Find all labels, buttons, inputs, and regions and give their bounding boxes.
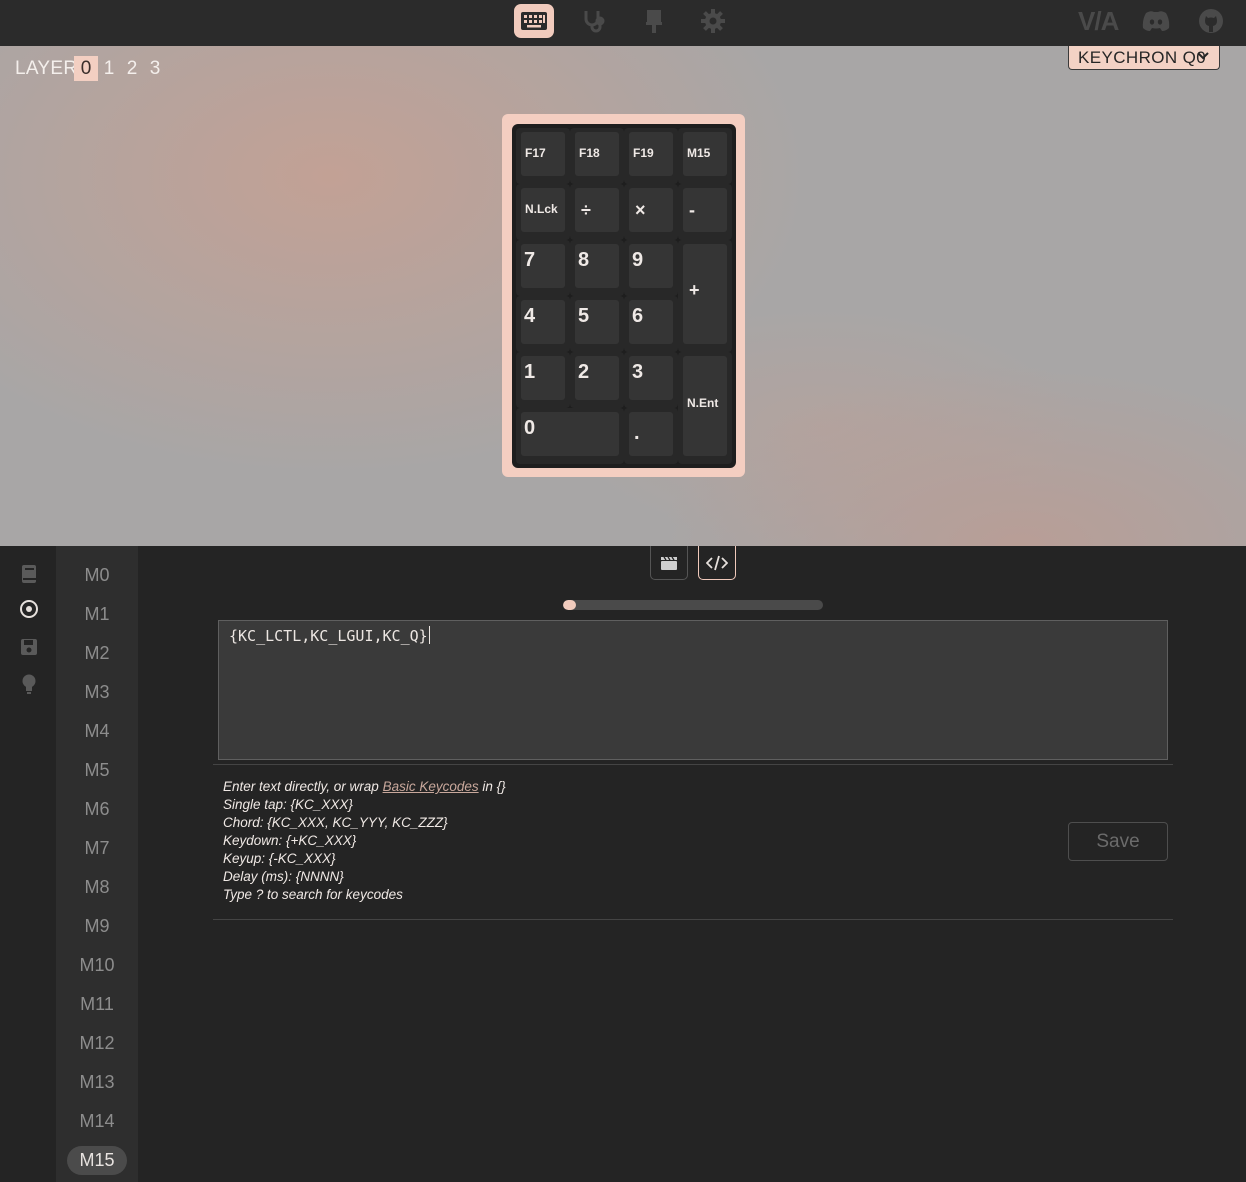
help-search: Type ? to search for keycodes [223,887,403,902]
keyboard-case: F17 F18 F19 M15 N.Lck ÷ × - 7 8 9 + 4 5 … [502,114,745,477]
clapperboard-icon [661,556,677,570]
macro-item-m12[interactable]: M12 [67,1029,127,1058]
save-button[interactable]: Save [1068,822,1168,861]
code-icon [706,555,728,570]
target-icon[interactable] [18,598,40,620]
key-f19[interactable]: F19 [624,128,678,184]
key-divide[interactable]: ÷ [570,184,624,240]
key-7[interactable]: 7 [516,240,570,296]
macro-item-m10[interactable]: M10 [67,951,127,980]
divider [213,919,1173,920]
macro-item-m5[interactable]: M5 [67,756,127,785]
stethoscope-icon[interactable] [574,4,614,38]
device-select[interactable]: KEYCHRON Q0 [1068,46,1220,70]
help-keydown: Keydown: {+KC_XXX} [223,833,357,848]
key-2[interactable]: 2 [570,352,624,408]
book-icon[interactable] [18,563,40,585]
key-f17[interactable]: F17 [516,128,570,184]
macro-item-m3[interactable]: M3 [67,678,127,707]
macro-item-m6[interactable]: M6 [67,795,127,824]
macro-item-m7[interactable]: M7 [67,834,127,863]
key-m15[interactable]: M15 [678,128,732,184]
key-decimal[interactable]: . [624,408,678,464]
chevron-down-icon [1197,52,1209,60]
key-3[interactable]: 3 [624,352,678,408]
key-9[interactable]: 9 [624,240,678,296]
divider [213,764,1173,765]
help-chord: Chord: {KC_XXX, KC_YYY, KC_ZZZ} [223,815,448,830]
progress-fill [563,600,576,610]
script-mode-button[interactable] [698,546,736,580]
key-1[interactable]: 1 [516,352,570,408]
key-f18[interactable]: F18 [570,128,624,184]
text-caret [428,626,430,644]
macro-item-m8[interactable]: M8 [67,873,127,902]
keyboard-area: LAYER 0 1 2 3 KEYCHRON Q0 F17 F18 F19 M1… [0,46,1246,546]
help-delay: Delay (ms): {NNNN} [223,869,344,884]
key-4[interactable]: 4 [516,296,570,352]
macro-help-text: Enter text directly, or wrap Basic Keyco… [223,779,506,902]
macro-item-m2[interactable]: M2 [67,639,127,668]
key-multiply[interactable]: × [624,184,678,240]
top-nav: V/A [0,0,1246,46]
key-numlock[interactable]: N.Lck [516,184,570,240]
discord-icon[interactable] [1136,4,1176,38]
key-0[interactable]: 0 [516,408,624,464]
macro-item-m0[interactable]: M0 [67,561,127,590]
macro-item-m14[interactable]: M14 [67,1107,127,1136]
github-icon[interactable] [1191,4,1231,38]
layer-button-0[interactable]: 0 [74,56,98,81]
macro-memory-progress [563,600,823,610]
save-icon[interactable] [18,636,40,658]
lightbulb-icon[interactable] [18,673,40,695]
key-plus[interactable]: + [678,240,732,352]
key-8[interactable]: 8 [570,240,624,296]
macro-item-m4[interactable]: M4 [67,717,127,746]
macro-item-m11[interactable]: M11 [67,990,127,1019]
macro-item-m15[interactable]: M15 [67,1146,127,1175]
macro-script-text: {KC_LCTL,KC_LGUI,KC_Q} [229,627,428,645]
side-menu [0,546,56,1182]
gear-icon[interactable] [693,4,733,38]
keyboard-icon[interactable] [514,4,554,38]
help-keyup: Keyup: {-KC_XXX} [223,851,336,866]
key-6[interactable]: 6 [624,296,678,352]
layer-button-1[interactable]: 1 [97,56,121,81]
layer-button-2[interactable]: 2 [120,56,144,81]
basic-keycodes-link[interactable]: Basic Keycodes [383,779,479,794]
macro-script-input[interactable]: {KC_LCTL,KC_LGUI,KC_Q} [218,620,1168,760]
paintbrush-icon[interactable] [634,4,674,38]
recorder-mode-button[interactable] [650,546,688,580]
macro-item-m13[interactable]: M13 [67,1068,127,1097]
keyboard-plate: F17 F18 F19 M15 N.Lck ÷ × - 7 8 9 + 4 5 … [512,124,736,468]
macro-item-m9[interactable]: M9 [67,912,127,941]
key-numpad-enter[interactable]: N.Ent [678,352,732,464]
macro-panel: M0 M1 M2 M3 M4 M5 M6 M7 M8 M9 M10 M11 M1… [0,546,1246,1182]
via-logo-icon[interactable]: V/A [1078,6,1119,37]
device-name: KEYCHRON Q0 [1078,47,1207,67]
key-5[interactable]: 5 [570,296,624,352]
key-minus[interactable]: - [678,184,732,240]
macro-list: M0 M1 M2 M3 M4 M5 M6 M7 M8 M9 M10 M11 M1… [56,546,138,1182]
help-single-tap: Single tap: {KC_XXX} [223,797,353,812]
layer-label: LAYER [15,58,78,79]
layer-button-3[interactable]: 3 [143,56,167,81]
macro-item-m1[interactable]: M1 [67,600,127,629]
